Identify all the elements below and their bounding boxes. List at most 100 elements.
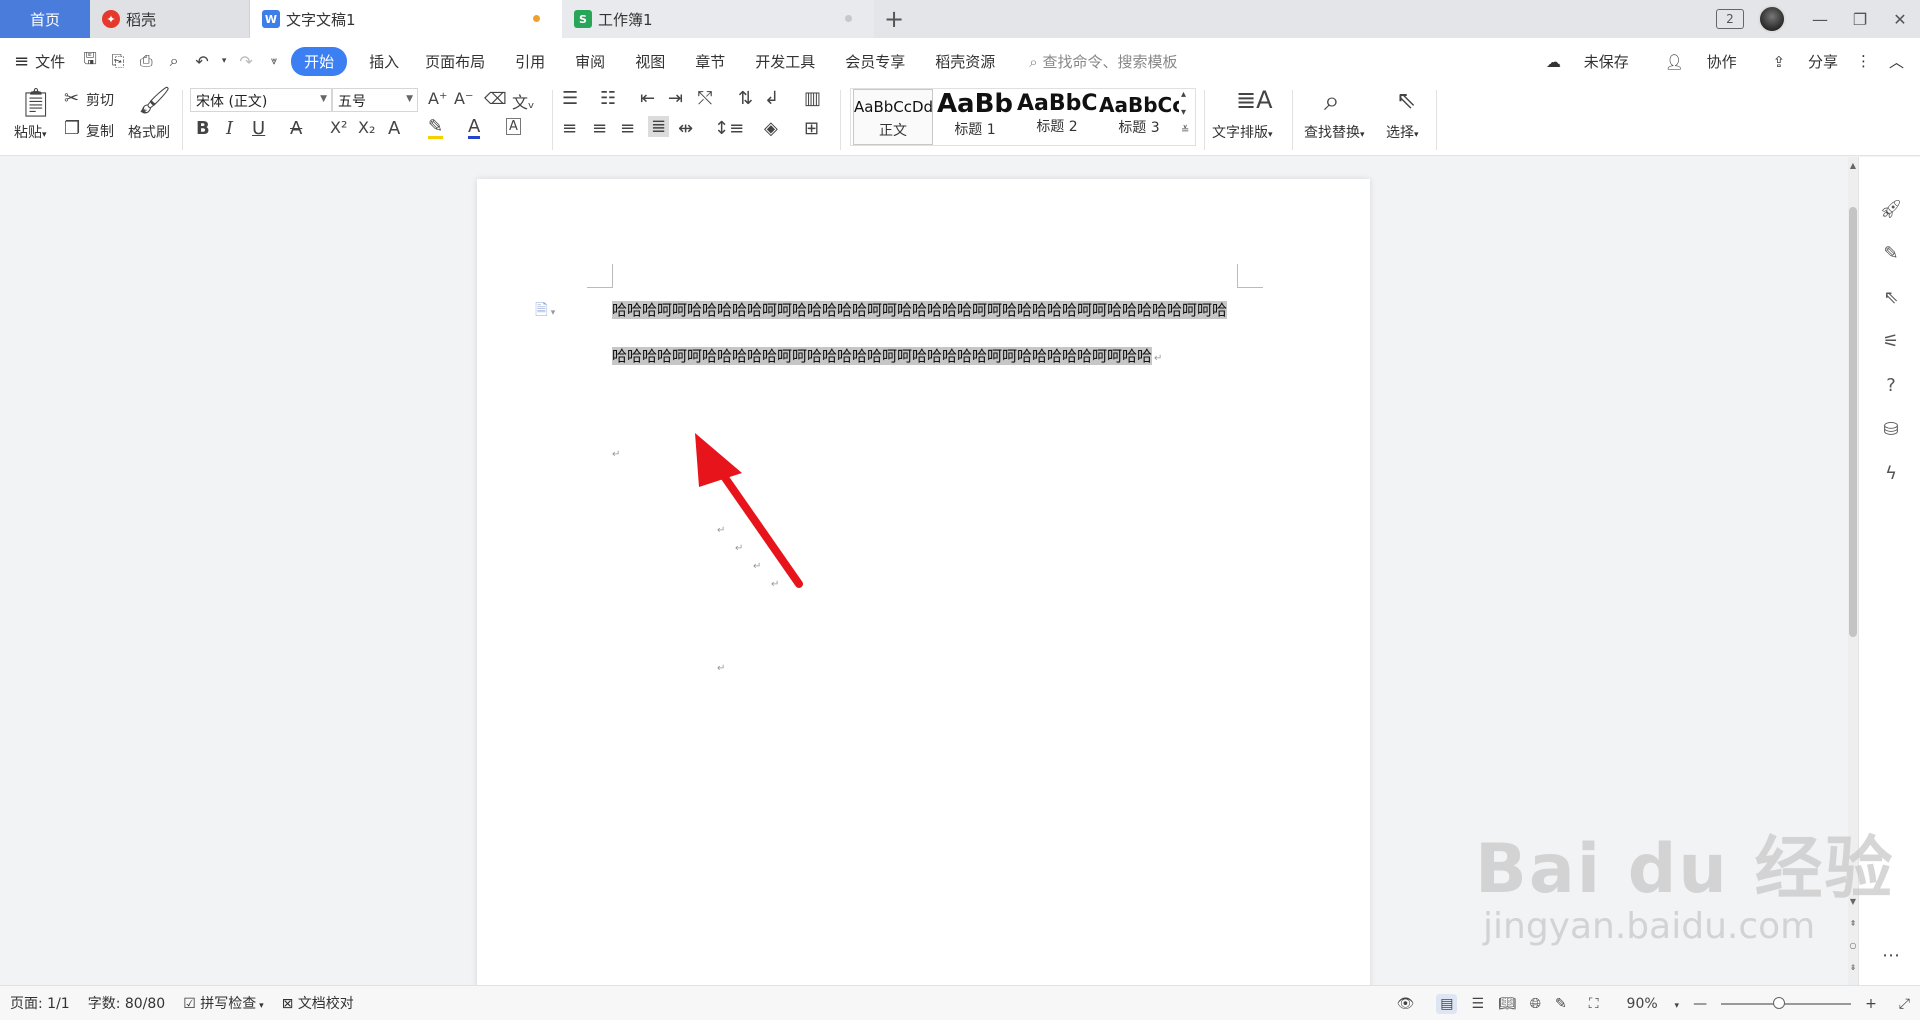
cursor-select-icon[interactable]: ⇖ xyxy=(1396,86,1416,114)
show-marks-icon[interactable]: ↲ xyxy=(764,88,779,109)
format-painter-button[interactable]: 格式刷 xyxy=(128,122,170,142)
strikethrough-icon[interactable]: A xyxy=(290,118,302,139)
paste-button[interactable]: 粘贴▾ xyxy=(14,122,47,142)
next-page-icon[interactable]: ⇟ xyxy=(1848,963,1858,972)
paste-icon[interactable]: 📋︎ xyxy=(18,86,54,119)
underline-icon[interactable]: U xyxy=(252,118,265,139)
scrollbar-thumb[interactable] xyxy=(1849,207,1857,637)
copy-button[interactable]: 复制 xyxy=(86,121,114,141)
web-view-icon[interactable]: 🌐︎ xyxy=(1530,996,1541,1012)
grow-font-icon[interactable]: A⁺ xyxy=(428,89,447,108)
shrink-font-icon[interactable]: A⁻ xyxy=(454,89,473,108)
eye-protection-icon[interactable]: 👁︎ xyxy=(1396,996,1414,1012)
tab-review[interactable]: 审阅 xyxy=(575,51,605,72)
char-border-icon[interactable]: A xyxy=(506,118,521,135)
command-search[interactable]: ⌕ 查找命令、搜索模板 xyxy=(1029,51,1177,72)
zoom-out-icon[interactable]: — xyxy=(1693,996,1707,1012)
clear-format-icon[interactable]: ⌫ xyxy=(484,89,507,108)
font-size-select[interactable]: 五号 ▼ xyxy=(332,88,418,112)
tab-page-layout[interactable]: 页面布局 xyxy=(425,51,485,72)
more-options-icon[interactable]: ⋯ xyxy=(1879,945,1903,969)
print-preview-icon[interactable]: ⌕ xyxy=(163,51,185,71)
find-replace-button[interactable]: 查找替换▾ xyxy=(1304,122,1365,142)
share-button[interactable]: ⇪ 分享 xyxy=(1755,51,1838,72)
tab-document[interactable]: W 文字文稿1 xyxy=(250,0,562,38)
collab-button[interactable]: 👤︎ 协作 xyxy=(1647,51,1737,72)
rocket-icon[interactable]: 🚀︎ xyxy=(1879,199,1903,223)
chinese-layout-icon[interactable]: ⤲ xyxy=(698,88,712,109)
undo-dropdown-icon[interactable]: ▾ xyxy=(219,56,229,66)
word-count[interactable]: 字数: 80/80 xyxy=(88,993,166,1013)
tab-docer[interactable]: ✦ 稻壳 xyxy=(90,0,250,38)
spell-check-button[interactable]: ☑ 拼写检查 ▾ xyxy=(183,993,263,1013)
decrease-indent-icon[interactable]: ⇤ xyxy=(640,88,655,109)
subscript-icon[interactable]: X₂ xyxy=(358,118,375,137)
redo-icon[interactable]: ↷ xyxy=(235,52,257,71)
justify-icon[interactable]: ≣ xyxy=(648,116,670,137)
collapse-ribbon-icon[interactable]: ︿ xyxy=(1889,51,1904,72)
text-effect-icon[interactable]: A xyxy=(388,118,400,139)
save-icon[interactable]: 🖫 xyxy=(79,48,101,75)
tab-start[interactable]: 开始 xyxy=(291,46,348,76)
export-icon[interactable]: ⎘ xyxy=(107,51,129,71)
align-center-icon[interactable]: ≡ xyxy=(592,118,607,139)
minimize-icon[interactable]: — xyxy=(1800,10,1840,29)
scroll-up-icon[interactable]: ▲ xyxy=(1848,161,1858,170)
tab-home[interactable]: 首页 xyxy=(0,0,90,38)
text-layout-icon[interactable]: ≣A xyxy=(1236,86,1273,114)
style-normal[interactable]: AaBbCcDd 正文 xyxy=(853,89,933,145)
new-tab-button[interactable]: + xyxy=(874,0,914,38)
zoom-slider-knob[interactable] xyxy=(1773,996,1786,1009)
tab-view[interactable]: 视图 xyxy=(635,51,665,72)
file-menu[interactable]: ≡ 文件 xyxy=(14,51,65,72)
doc-proof-button[interactable]: ⊠ 文档校对 xyxy=(282,993,354,1013)
page-view-icon[interactable]: ▤ xyxy=(1436,993,1458,1014)
backup-icon[interactable]: ⛁ xyxy=(1879,419,1903,443)
numbered-list-icon[interactable]: ☷ xyxy=(600,88,616,109)
fit-page-icon[interactable]: ⛶ xyxy=(1589,996,1599,1012)
unsaved-button[interactable]: ☁ 未保存 xyxy=(1528,51,1629,72)
more-icon[interactable]: ⋮ xyxy=(1856,52,1871,70)
fullscreen-icon[interactable]: ⤢ xyxy=(1899,996,1910,1012)
zoom-slider[interactable] xyxy=(1721,996,1852,1009)
align-right-icon[interactable]: ≡ xyxy=(620,118,635,139)
page-indicator[interactable]: 页面: 1/1 xyxy=(10,993,70,1013)
style-heading-1[interactable]: AaBb 标题 1 xyxy=(935,89,1015,145)
tab-references[interactable]: 引用 xyxy=(515,51,545,72)
line-spacing-icon[interactable]: ↕≡ xyxy=(714,118,744,139)
align-left-icon[interactable]: ≡ xyxy=(562,118,577,139)
phonetic-guide-icon[interactable]: 文ᵥ xyxy=(512,89,535,113)
reading-view-icon[interactable]: 📖︎ xyxy=(1498,996,1516,1012)
undo-icon[interactable]: ↶ xyxy=(191,52,213,71)
zoom-in-icon[interactable]: + xyxy=(1865,996,1877,1012)
style-heading-3[interactable]: AaBbCc 标题 3 xyxy=(1099,89,1179,145)
tab-workbook[interactable]: S 工作簿1 xyxy=(562,0,874,38)
cut-button[interactable]: 剪切 xyxy=(86,90,114,110)
tab-insert[interactable]: 插入 xyxy=(369,51,399,72)
quick-access-more-icon[interactable]: ⩔ xyxy=(263,54,285,68)
highlight-icon[interactable]: ✎ xyxy=(428,118,444,139)
text-layout-button[interactable]: 文字排版▾ xyxy=(1212,122,1273,142)
avatar[interactable] xyxy=(1758,5,1786,33)
tab-chapter[interactable]: 章节 xyxy=(695,51,725,72)
bullet-list-icon[interactable]: ☰ xyxy=(562,88,578,109)
tab-docer-resources[interactable]: 稻壳资源 xyxy=(935,51,995,72)
styles-more-icon[interactable]: ≚ xyxy=(1181,125,1189,136)
styles-scroll-down-icon[interactable]: ▾ xyxy=(1181,107,1186,118)
select-button[interactable]: 选择▾ xyxy=(1386,122,1419,142)
sort-icon[interactable]: ⇅ xyxy=(738,88,753,109)
tab-membership[interactable]: 会员专享 xyxy=(845,51,905,72)
close-icon[interactable]: ✕ xyxy=(1880,10,1920,29)
zoom-dropdown[interactable]: 90% ▾ xyxy=(1613,996,1680,1012)
pen-icon[interactable]: ✎ xyxy=(1879,243,1903,267)
find-icon[interactable]: ⌕ xyxy=(1324,84,1340,118)
restore-icon[interactable]: ❐ xyxy=(1840,10,1880,29)
table-border-icon[interactable]: ▥ xyxy=(804,88,821,109)
italic-icon[interactable]: I xyxy=(226,118,233,139)
outline-view-icon[interactable]: ☰ xyxy=(1471,996,1484,1012)
document-page[interactable]: 🗎︎ ▾ 哈哈哈呵呵哈哈哈哈哈呵呵哈哈哈哈哈呵呵哈哈哈哈哈呵呵哈哈哈哈哈呵呵哈哈… xyxy=(477,179,1370,985)
superscript-icon[interactable]: X² xyxy=(330,118,347,137)
style-heading-2[interactable]: AaBbC 标题 2 xyxy=(1017,89,1097,145)
cursor-icon[interactable]: ⇖ xyxy=(1879,287,1903,311)
settings-sliders-icon[interactable]: ⚟ xyxy=(1879,331,1903,355)
